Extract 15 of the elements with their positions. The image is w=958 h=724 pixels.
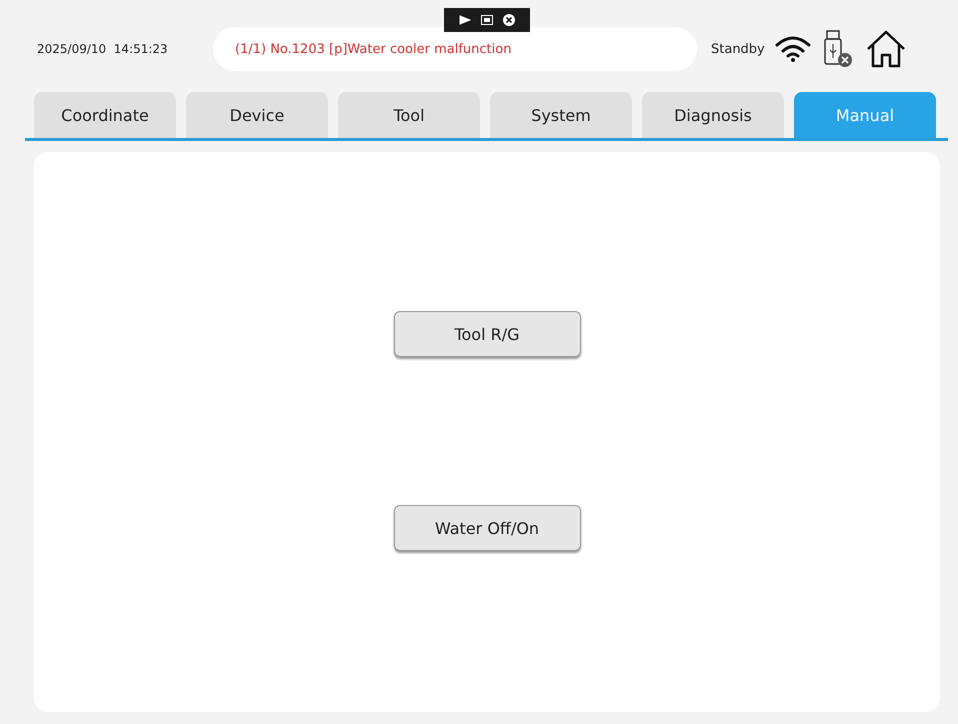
action-button[interactable]: Water Off/On <box>394 505 580 551</box>
alarm-message: (1/1) No.1203 [p]Water cooler malfunction <box>235 42 512 56</box>
tab[interactable]: Diagnosis <box>642 92 784 138</box>
tab[interactable]: Tool <box>338 92 480 138</box>
action-button[interactable]: Tool R/G <box>394 311 580 357</box>
date-time: 2025/09/10 14:51:23 <box>37 42 169 56</box>
window-icon[interactable] <box>481 15 493 25</box>
home-icon[interactable] <box>864 29 907 69</box>
wifi-icon <box>774 35 811 63</box>
tab[interactable]: Device <box>186 92 328 138</box>
tab[interactable]: Coordinate <box>34 92 176 138</box>
tab[interactable]: System <box>490 92 632 138</box>
close-icon[interactable] <box>503 14 515 26</box>
usb-disconnected-icon <box>822 30 853 68</box>
machine-status: Standby <box>711 42 765 56</box>
